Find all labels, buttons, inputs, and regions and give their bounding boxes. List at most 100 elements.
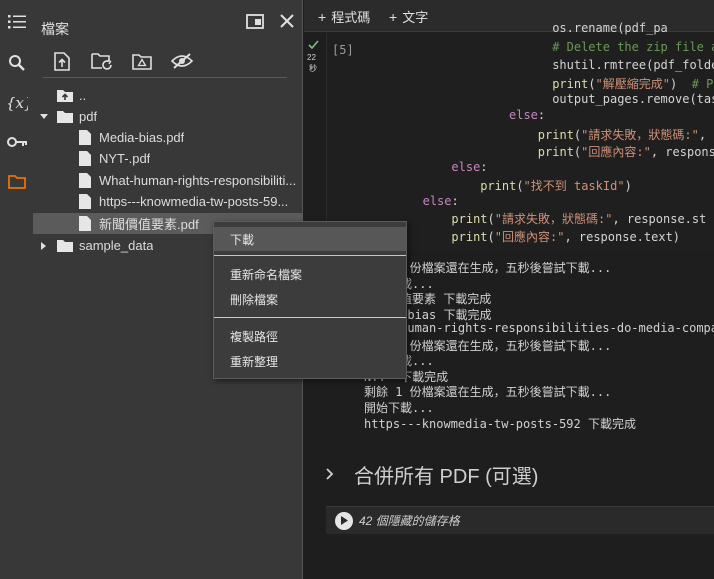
code-token: , respons	[650, 145, 714, 159]
upload-file-icon[interactable]	[49, 49, 75, 73]
folder-icon	[57, 238, 73, 254]
svg-text:{x}: {x}	[6, 94, 28, 112]
exec-unit: 秒	[309, 64, 317, 73]
cell-execution-count: [5]	[332, 43, 354, 57]
code-line: print("回應內容:", respons	[538, 143, 714, 160]
code-line: print("解壓縮完成") # P	[552, 75, 713, 92]
code-token: :	[537, 108, 546, 122]
code-token: shutil.rmtree(pdf_folder	[552, 58, 714, 72]
code-token: "請求失敗，狀態碼:"	[581, 128, 699, 142]
tree-item-label: What-human-rights-responsibiliti...	[99, 173, 297, 188]
code-line: # Delete the zip file an	[552, 40, 714, 54]
code-line: else:	[423, 194, 459, 208]
code-token: (	[487, 230, 495, 244]
code-line: print("請求失敗，狀態碼:",	[538, 126, 706, 143]
code-token: )	[624, 179, 632, 193]
code-line: print("回應內容:", response.text)	[451, 228, 680, 245]
chevron-right-icon[interactable]	[39, 241, 49, 250]
code-token: else	[451, 160, 481, 174]
tree-item-label: 新聞價值要素.pdf	[99, 217, 199, 232]
toolbar-divider	[43, 77, 287, 78]
code-token: print	[537, 128, 574, 142]
folder-icon	[57, 109, 73, 125]
file-icon	[77, 151, 93, 167]
hidden-cells-bar[interactable]: 42 個隱藏的儲存格	[326, 506, 714, 534]
activity-rail: {x}	[0, 0, 33, 579]
menu-item-copy-path[interactable]: 複製路徑	[214, 324, 406, 348]
secrets-key-icon[interactable]	[0, 128, 33, 156]
mount-drive-icon[interactable]	[129, 49, 155, 73]
code-token: (	[516, 179, 524, 193]
close-icon[interactable]	[276, 10, 298, 32]
code-token: print	[451, 230, 488, 244]
variables-icon[interactable]: {x}	[0, 89, 33, 117]
menu-divider	[214, 317, 406, 318]
output-line: What-human-rights-responsibilities-do-me…	[364, 321, 714, 335]
code-line: print("請求失敗，狀態碼:", response.st	[451, 210, 706, 227]
tree-item-parent[interactable]: ..	[33, 85, 303, 106]
tree-item-file[interactable]: https---knowmedia-tw-posts-59...	[33, 191, 303, 212]
panel-title: 檔案	[41, 21, 69, 37]
code-token: else	[422, 194, 452, 208]
output-line: https---knowmedia-tw-posts-592 下載完成	[364, 417, 636, 431]
code-line: os.rename(pdf_pa	[552, 21, 668, 35]
menu-item-refresh[interactable]: 重新整理	[214, 349, 406, 373]
code-token: :	[480, 160, 488, 174]
code-token: "回應內容:"	[494, 230, 565, 244]
add-text-button[interactable]: + 文字	[389, 7, 428, 26]
tree-item-pdf-folder[interactable]: pdf	[33, 106, 303, 127]
exec-time: 22	[307, 53, 316, 62]
menu-item-delete[interactable]: 刪除檔案	[214, 287, 406, 311]
code-token: :	[451, 194, 459, 208]
play-icon[interactable]	[335, 511, 353, 530]
tree-item-label: NYT-.pdf	[99, 151, 151, 166]
hide-hidden-files-icon[interactable]	[169, 49, 195, 73]
code-line: output_pages.remove(task	[552, 92, 714, 106]
tree-item-label: ..	[79, 88, 87, 103]
code-token: ,	[698, 128, 707, 142]
add-code-label: 程式碼	[331, 10, 371, 25]
code-token: else	[509, 108, 538, 122]
code-token: print	[451, 212, 488, 226]
file-icon	[77, 216, 93, 232]
menu-item-download[interactable]: 下載	[214, 227, 406, 251]
code-token: "找不到 taskId"	[523, 179, 625, 193]
code-token: print	[537, 145, 574, 159]
code-token: )	[670, 77, 692, 91]
file-icon	[77, 173, 93, 189]
menu-item-rename[interactable]: 重新命名檔案	[214, 262, 406, 286]
output-line: 剩餘 1 份檔案還在生成，五秒後嘗試下載...	[364, 385, 612, 399]
files-toolbar	[49, 49, 195, 73]
code-token: , response.text)	[564, 230, 681, 244]
code-token: os.rename(pdf_pa	[552, 21, 668, 35]
code-token: (	[487, 212, 495, 226]
refresh-folder-icon[interactable]	[89, 49, 115, 73]
add-text-label: 文字	[402, 10, 429, 25]
section-heading[interactable]: 合併所有 PDF (可選)	[354, 460, 538, 489]
tree-item-file[interactable]: NYT-.pdf	[33, 148, 303, 169]
open-in-tab-icon[interactable]	[244, 10, 266, 32]
tree-item-file[interactable]: What-human-rights-responsibiliti...	[33, 170, 303, 191]
tree-item-label: https---knowmedia-tw-posts-59...	[99, 194, 289, 209]
chevron-right-icon[interactable]	[326, 468, 334, 480]
code-token: (	[588, 77, 596, 91]
code-line: else:	[451, 160, 487, 174]
code-line: print("找不到 taskId")	[480, 177, 632, 194]
chevron-down-icon[interactable]	[39, 113, 49, 120]
code-token: "請求失敗，狀態碼:"	[494, 212, 613, 226]
code-line: shutil.rmtree(pdf_folder	[552, 58, 714, 72]
tree-item-label: pdf	[79, 109, 98, 124]
file-icon	[77, 130, 93, 146]
files-folder-icon[interactable]	[0, 167, 33, 195]
tree-item-label: Media-bias.pdf	[99, 130, 185, 145]
code-token: print	[480, 179, 517, 193]
code-token: output_pages.remove(task	[552, 92, 714, 106]
table-of-contents-icon[interactable]	[0, 8, 33, 36]
add-code-button[interactable]: + 程式碼	[318, 7, 370, 26]
code-token: "回應內容:"	[581, 145, 651, 159]
code-token: "解壓縮完成"	[595, 77, 670, 91]
search-icon[interactable]	[0, 49, 33, 77]
tree-item-label: sample_data	[79, 238, 154, 253]
menu-divider	[214, 255, 406, 256]
tree-item-file[interactable]: Media-bias.pdf	[33, 127, 303, 148]
